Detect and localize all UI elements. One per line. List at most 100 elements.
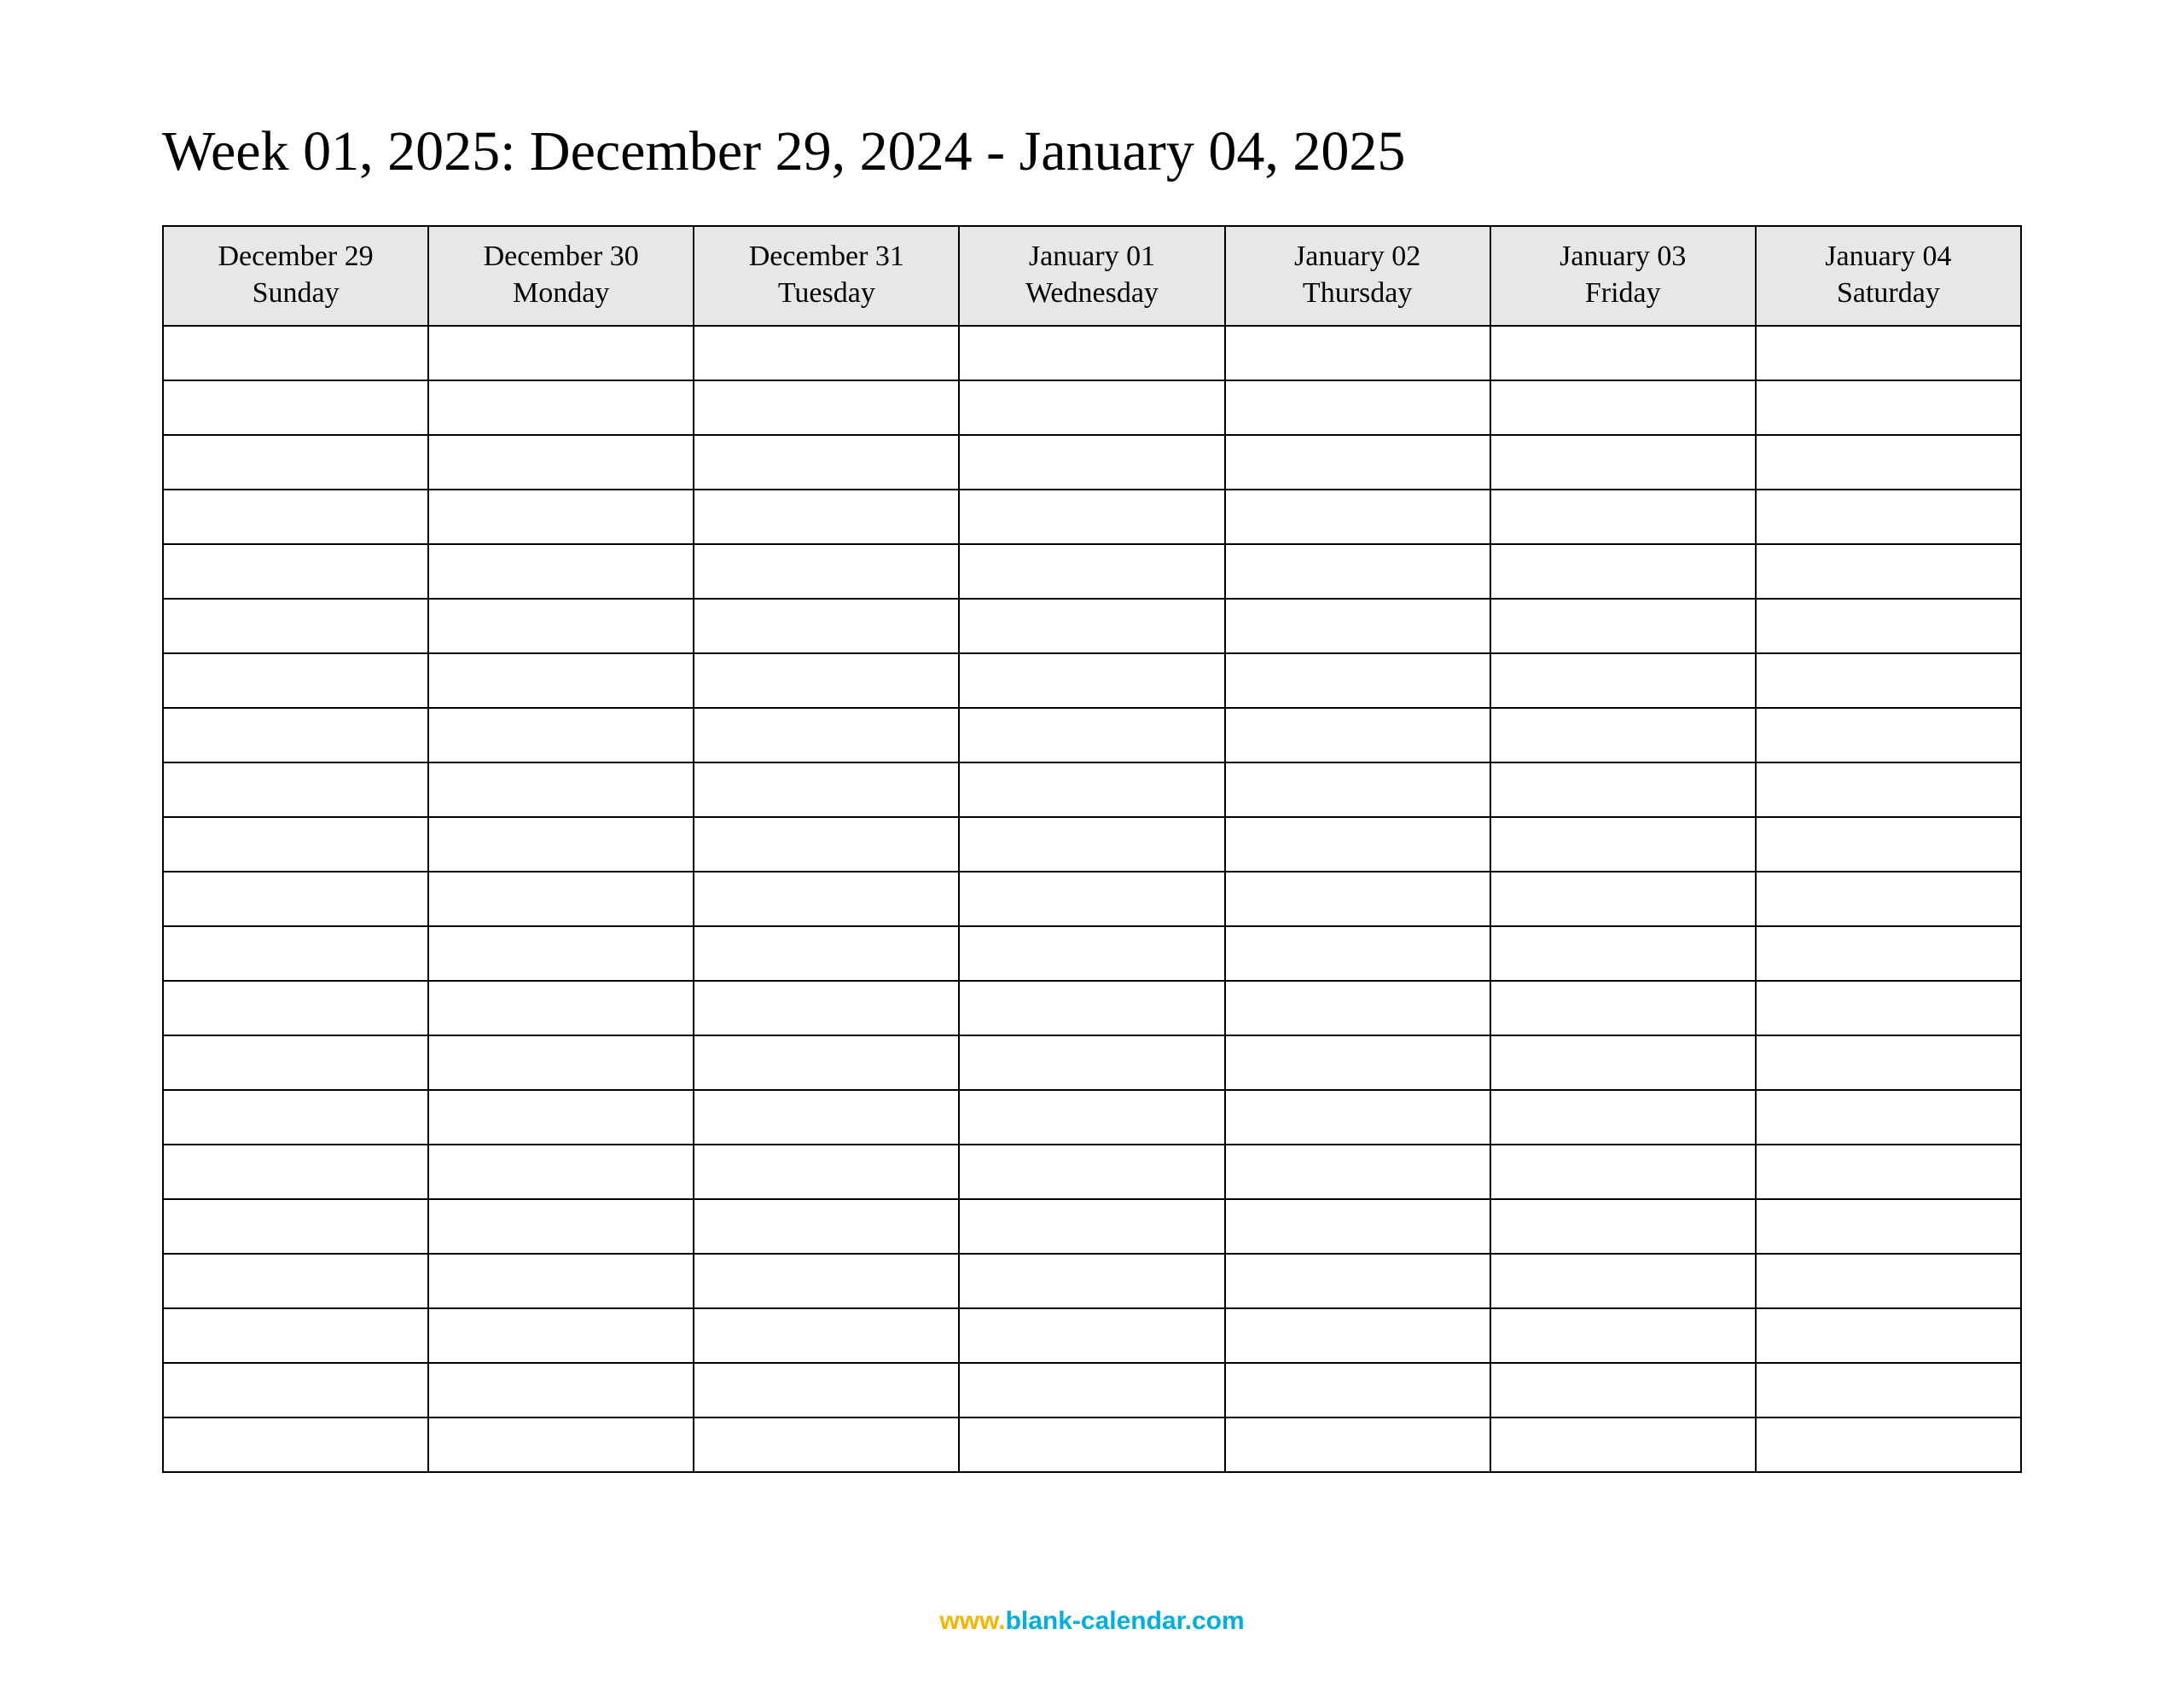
calendar-cell[interactable]	[1225, 544, 1490, 599]
calendar-cell[interactable]	[163, 872, 428, 926]
calendar-cell[interactable]	[959, 490, 1224, 544]
calendar-cell[interactable]	[694, 1308, 959, 1363]
calendar-cell[interactable]	[694, 380, 959, 435]
calendar-cell[interactable]	[959, 1145, 1224, 1199]
calendar-cell[interactable]	[163, 981, 428, 1035]
calendar-cell[interactable]	[694, 1145, 959, 1199]
calendar-cell[interactable]	[959, 1363, 1224, 1417]
calendar-cell[interactable]	[1490, 490, 1756, 544]
calendar-cell[interactable]	[1490, 1308, 1756, 1363]
calendar-cell[interactable]	[1225, 1035, 1490, 1090]
calendar-cell[interactable]	[959, 872, 1224, 926]
calendar-cell[interactable]	[959, 762, 1224, 817]
calendar-cell[interactable]	[1490, 762, 1756, 817]
calendar-cell[interactable]	[1225, 817, 1490, 872]
calendar-cell[interactable]	[694, 1199, 959, 1254]
calendar-cell[interactable]	[428, 872, 694, 926]
calendar-cell[interactable]	[428, 1417, 694, 1472]
calendar-cell[interactable]	[959, 708, 1224, 762]
calendar-cell[interactable]	[428, 708, 694, 762]
calendar-cell[interactable]	[163, 926, 428, 981]
calendar-cell[interactable]	[163, 1090, 428, 1145]
calendar-cell[interactable]	[1225, 653, 1490, 708]
calendar-cell[interactable]	[1225, 1199, 1490, 1254]
calendar-cell[interactable]	[1756, 872, 2021, 926]
calendar-cell[interactable]	[1490, 653, 1756, 708]
calendar-cell[interactable]	[428, 380, 694, 435]
calendar-cell[interactable]	[428, 817, 694, 872]
calendar-cell[interactable]	[428, 653, 694, 708]
calendar-cell[interactable]	[163, 1145, 428, 1199]
calendar-cell[interactable]	[1225, 872, 1490, 926]
calendar-cell[interactable]	[1490, 1035, 1756, 1090]
calendar-cell[interactable]	[1756, 490, 2021, 544]
calendar-cell[interactable]	[694, 1417, 959, 1472]
calendar-cell[interactable]	[1490, 1417, 1756, 1472]
calendar-cell[interactable]	[959, 599, 1224, 653]
calendar-cell[interactable]	[1756, 653, 2021, 708]
calendar-cell[interactable]	[428, 1308, 694, 1363]
calendar-cell[interactable]	[1490, 1363, 1756, 1417]
calendar-cell[interactable]	[1756, 926, 2021, 981]
calendar-cell[interactable]	[1490, 599, 1756, 653]
calendar-cell[interactable]	[959, 1308, 1224, 1363]
calendar-cell[interactable]	[1490, 1254, 1756, 1308]
calendar-cell[interactable]	[1225, 708, 1490, 762]
calendar-cell[interactable]	[163, 817, 428, 872]
calendar-cell[interactable]	[1490, 380, 1756, 435]
calendar-cell[interactable]	[1225, 599, 1490, 653]
calendar-cell[interactable]	[1490, 544, 1756, 599]
calendar-cell[interactable]	[959, 1254, 1224, 1308]
calendar-cell[interactable]	[1225, 1145, 1490, 1199]
calendar-cell[interactable]	[163, 1254, 428, 1308]
calendar-cell[interactable]	[1756, 981, 2021, 1035]
calendar-cell[interactable]	[694, 326, 959, 380]
calendar-cell[interactable]	[1756, 762, 2021, 817]
calendar-cell[interactable]	[163, 599, 428, 653]
calendar-cell[interactable]	[428, 435, 694, 490]
calendar-cell[interactable]	[1490, 926, 1756, 981]
calendar-cell[interactable]	[694, 926, 959, 981]
calendar-cell[interactable]	[1756, 1308, 2021, 1363]
calendar-cell[interactable]	[163, 380, 428, 435]
calendar-cell[interactable]	[163, 1363, 428, 1417]
calendar-cell[interactable]	[1225, 1254, 1490, 1308]
calendar-cell[interactable]	[428, 1035, 694, 1090]
calendar-cell[interactable]	[694, 1254, 959, 1308]
calendar-cell[interactable]	[428, 1363, 694, 1417]
calendar-cell[interactable]	[428, 544, 694, 599]
calendar-cell[interactable]	[1756, 1035, 2021, 1090]
calendar-cell[interactable]	[694, 435, 959, 490]
calendar-cell[interactable]	[1756, 435, 2021, 490]
calendar-cell[interactable]	[959, 817, 1224, 872]
calendar-cell[interactable]	[1490, 326, 1756, 380]
calendar-cell[interactable]	[694, 490, 959, 544]
calendar-cell[interactable]	[959, 981, 1224, 1035]
calendar-cell[interactable]	[428, 981, 694, 1035]
calendar-cell[interactable]	[163, 1035, 428, 1090]
calendar-cell[interactable]	[428, 599, 694, 653]
calendar-cell[interactable]	[694, 1035, 959, 1090]
calendar-cell[interactable]	[428, 326, 694, 380]
calendar-cell[interactable]	[1756, 599, 2021, 653]
calendar-cell[interactable]	[694, 544, 959, 599]
calendar-cell[interactable]	[1756, 1417, 2021, 1472]
calendar-cell[interactable]	[1225, 380, 1490, 435]
calendar-cell[interactable]	[163, 1417, 428, 1472]
calendar-cell[interactable]	[959, 380, 1224, 435]
calendar-cell[interactable]	[1225, 1417, 1490, 1472]
calendar-cell[interactable]	[1225, 435, 1490, 490]
calendar-cell[interactable]	[163, 544, 428, 599]
calendar-cell[interactable]	[1756, 1090, 2021, 1145]
calendar-cell[interactable]	[1490, 435, 1756, 490]
calendar-cell[interactable]	[1225, 326, 1490, 380]
calendar-cell[interactable]	[694, 1090, 959, 1145]
calendar-cell[interactable]	[428, 490, 694, 544]
calendar-cell[interactable]	[1225, 762, 1490, 817]
calendar-cell[interactable]	[428, 1090, 694, 1145]
calendar-cell[interactable]	[1756, 817, 2021, 872]
calendar-cell[interactable]	[163, 762, 428, 817]
calendar-cell[interactable]	[163, 490, 428, 544]
calendar-cell[interactable]	[428, 762, 694, 817]
calendar-cell[interactable]	[694, 762, 959, 817]
